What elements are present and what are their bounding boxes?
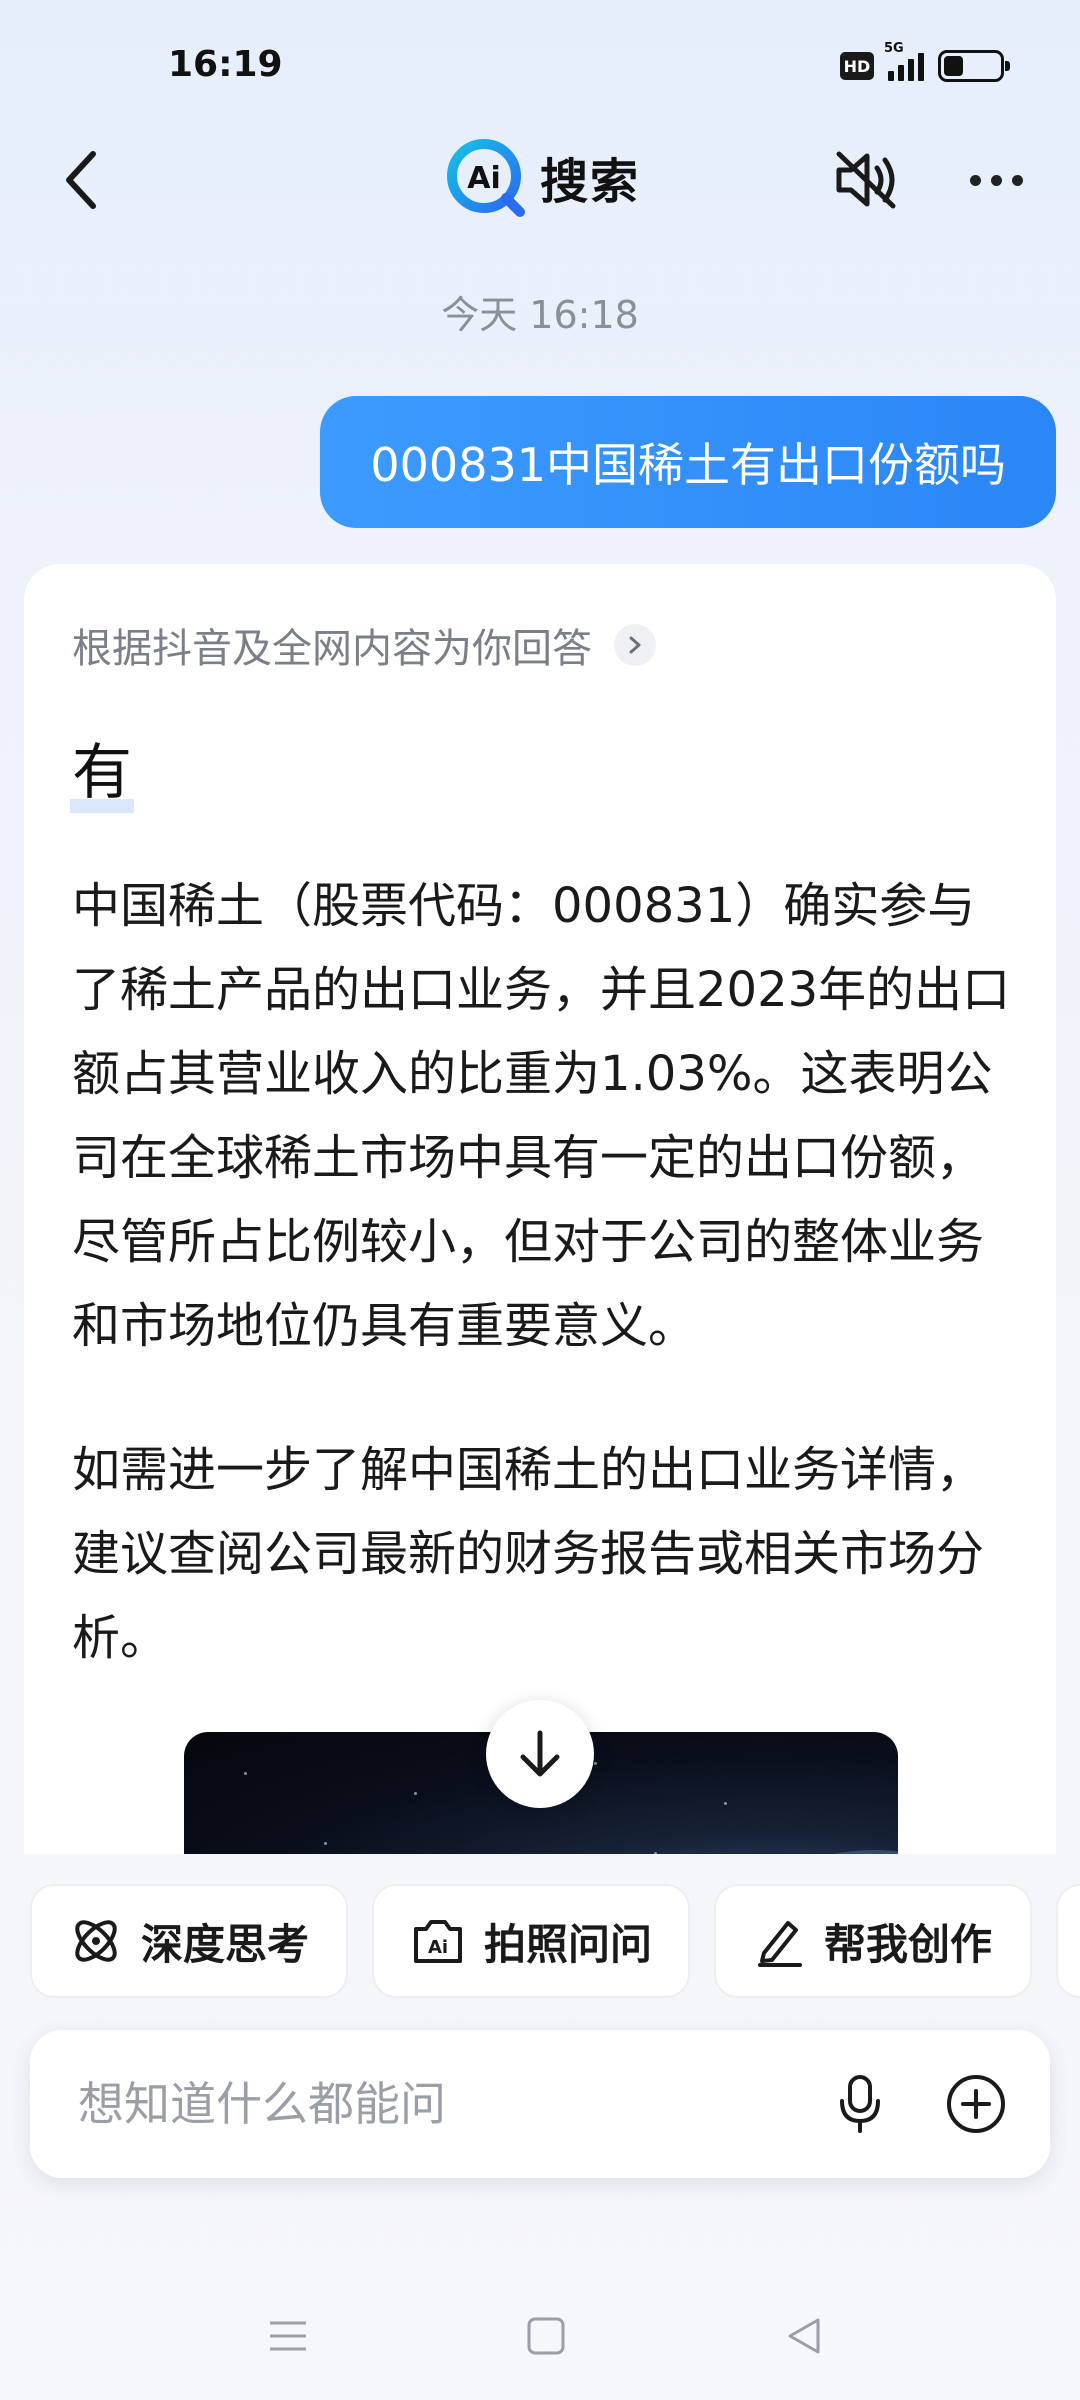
scroll-to-bottom-button[interactable] bbox=[486, 1700, 594, 1808]
page-title: 搜索 bbox=[540, 154, 641, 210]
signal-icon: 5G bbox=[884, 41, 924, 81]
plus-circle-icon bbox=[947, 2075, 1005, 2133]
user-message-bubble[interactable]: 000831中国稀土有出口份额吗 bbox=[320, 396, 1056, 528]
nav-back-button[interactable] bbox=[764, 2296, 844, 2376]
source-note[interactable]: 根据抖音及全网内容为你回答 bbox=[72, 616, 656, 674]
battery-level bbox=[944, 56, 964, 76]
logo-mark-text: Ai bbox=[467, 161, 501, 196]
atom-icon bbox=[75, 1920, 117, 1962]
menu-icon bbox=[270, 2321, 306, 2351]
galaxy-graphic bbox=[833, 1850, 898, 1854]
ai-logo-icon: Ai bbox=[447, 139, 525, 217]
app-logo: Ai 搜索 bbox=[444, 136, 640, 218]
answer-headline-text: 有 bbox=[72, 738, 132, 808]
photo-ask-button[interactable]: Ai 拍照问问 bbox=[372, 1884, 690, 1998]
mute-button[interactable] bbox=[826, 140, 906, 220]
input-bar bbox=[30, 2030, 1050, 2178]
arrow-down-icon bbox=[520, 1730, 560, 1777]
question-input[interactable] bbox=[78, 2030, 798, 2178]
svg-text:Ai: Ai bbox=[428, 1937, 448, 1958]
hd-badge: HD bbox=[840, 52, 874, 80]
status-time: 16:19 bbox=[168, 44, 283, 85]
photo-ask-label: 拍照问问 bbox=[483, 1919, 652, 1969]
user-message-text: 000831中国稀土有出口份额吗 bbox=[370, 438, 1006, 492]
chat-timestamp: 今天 16:18 bbox=[441, 293, 639, 337]
nav-recents-button[interactable] bbox=[248, 2296, 328, 2376]
source-note-text: 根据抖音及全网内容为你回答 bbox=[72, 626, 592, 672]
answer-paragraph: 中国稀土（股票代码：000831）确实参与了稀土产品的出口业务，并且2023年的… bbox=[72, 878, 1011, 1354]
microphone-icon bbox=[840, 2075, 880, 2133]
nav-home-button[interactable] bbox=[506, 2296, 586, 2376]
more-horizontal-icon bbox=[969, 174, 981, 186]
triangle-back-icon bbox=[788, 2318, 820, 2354]
add-attachment-button[interactable] bbox=[936, 2064, 1016, 2144]
status-indicators: HD 5G bbox=[840, 41, 1010, 82]
help-create-button[interactable]: 帮我创作 bbox=[714, 1884, 1032, 1998]
more-button[interactable] bbox=[956, 140, 1036, 220]
battery-icon bbox=[938, 50, 1010, 82]
back-arrow-icon bbox=[66, 151, 96, 209]
deep-think-label: 深度思考 bbox=[140, 1919, 309, 1969]
more-actions-chip[interactable] bbox=[1056, 1884, 1080, 1998]
chevron-right-icon bbox=[614, 624, 656, 666]
answer-paragraph: 如需进一步了解中国稀土的出口业务详情，建议查阅公司最新的财务报告或相关市场分析。 bbox=[72, 1442, 985, 1666]
square-icon bbox=[527, 2317, 565, 2355]
deep-think-button[interactable]: 深度思考 bbox=[30, 1884, 348, 1998]
answer-headline: 有 bbox=[70, 724, 134, 813]
back-button[interactable] bbox=[46, 140, 116, 220]
network-type: 5G bbox=[884, 41, 904, 56]
voice-input-button[interactable] bbox=[820, 2064, 900, 2144]
help-create-label: 帮我创作 bbox=[823, 1919, 992, 1969]
speaker-muted-icon bbox=[836, 151, 896, 209]
answer-card: 根据抖音及全网内容为你回答 有 中国稀土（股票代码：000831）确实参与了稀土… bbox=[24, 564, 1056, 1854]
camera-ai-icon: Ai bbox=[413, 1920, 462, 1963]
pen-icon bbox=[757, 1921, 802, 1967]
